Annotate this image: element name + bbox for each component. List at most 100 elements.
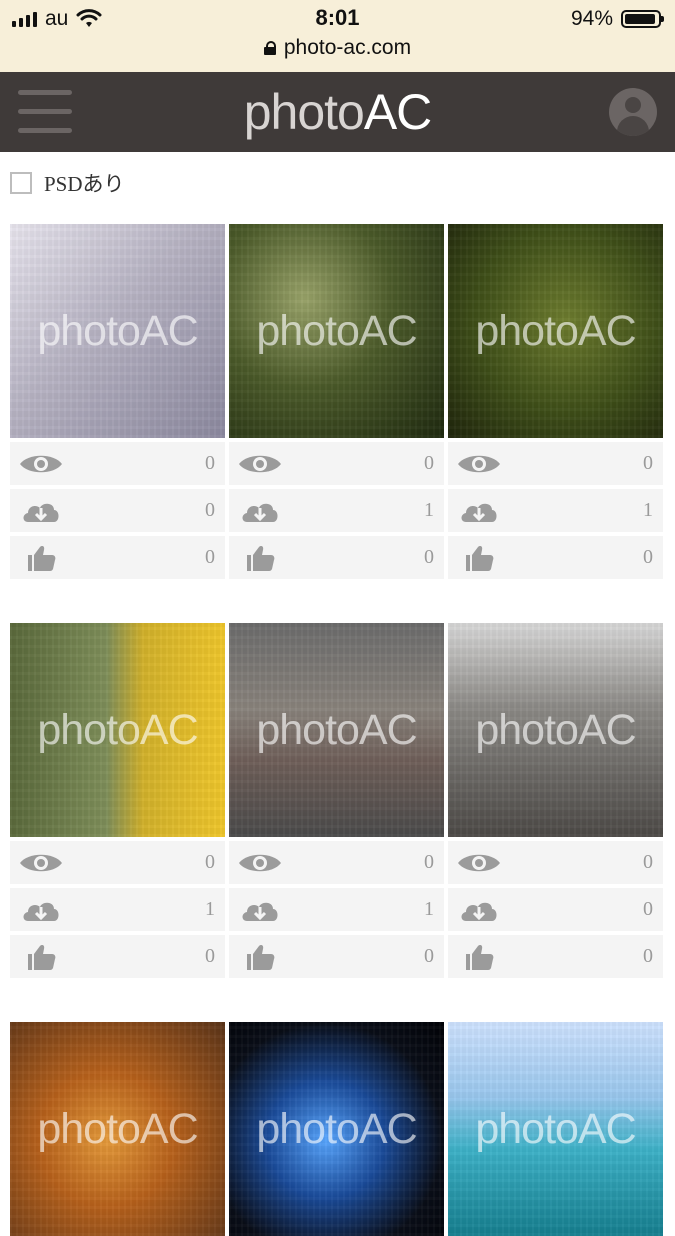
- thumbs-up-icon: [18, 942, 64, 972]
- downloads-count: 1: [205, 898, 215, 920]
- watermark: photoAC: [475, 1105, 636, 1153]
- cloud-download-icon: [456, 895, 502, 925]
- watermark: photoAC: [256, 307, 417, 355]
- downloads-row: 0: [10, 489, 225, 532]
- address-bar[interactable]: photo-ac.com: [0, 36, 675, 60]
- photo-thumbnail[interactable]: photoAC: [10, 1022, 225, 1236]
- user-icon[interactable]: [609, 88, 657, 136]
- photo-thumbnail[interactable]: photoAC: [229, 623, 444, 837]
- views-row: 0: [448, 442, 663, 485]
- watermark: photoAC: [256, 706, 417, 754]
- thumbs-up-icon: [237, 942, 283, 972]
- psd-filter-label: PSDあり: [44, 172, 125, 196]
- photo-card: photoAC 0 0 0: [448, 623, 663, 982]
- site-logo[interactable]: photo AC: [0, 72, 675, 152]
- photo-card: photoAC: [10, 1022, 225, 1236]
- thumbs-up-icon: [18, 543, 64, 573]
- likes-row: 0: [10, 935, 225, 978]
- battery-status: 94%: [570, 7, 664, 31]
- views-row: 0: [229, 841, 444, 884]
- eye-icon: [237, 449, 283, 479]
- views-row: 0: [10, 841, 225, 884]
- thumbs-up-icon: [456, 543, 502, 573]
- eye-icon: [456, 449, 502, 479]
- cloud-download-icon: [18, 895, 64, 925]
- downloads-row: 1: [448, 489, 663, 532]
- photo-thumbnail[interactable]: photoAC: [10, 224, 225, 438]
- photo-thumbnail[interactable]: photoAC: [10, 623, 225, 837]
- downloads-count: 1: [643, 499, 653, 521]
- watermark: photoAC: [37, 1105, 198, 1153]
- views-count: 0: [205, 452, 215, 474]
- ios-status-bar: au 8:01 94% photo-ac.com: [0, 0, 675, 73]
- likes-count: 0: [424, 945, 434, 967]
- photo-thumbnail[interactable]: photoAC: [229, 224, 444, 438]
- downloads-count: 1: [424, 898, 434, 920]
- views-row: 0: [10, 442, 225, 485]
- downloads-row: 1: [10, 888, 225, 931]
- lock-icon: [263, 41, 276, 55]
- eye-icon: [18, 848, 64, 878]
- photo-stats: 0 0 0: [10, 442, 225, 579]
- photo-thumbnail[interactable]: photoAC: [448, 623, 663, 837]
- likes-count: 0: [643, 945, 653, 967]
- photo-card: photoAC 0 1 0: [229, 224, 444, 583]
- watermark: photoAC: [475, 706, 636, 754]
- photo-card: photoAC 0 0 0: [10, 224, 225, 583]
- psd-filter[interactable]: PSDあり: [10, 168, 125, 198]
- photo-thumbnail[interactable]: photoAC: [448, 224, 663, 438]
- thumbs-up-icon: [456, 942, 502, 972]
- downloads-row: 1: [229, 489, 444, 532]
- watermark: photoAC: [37, 307, 198, 355]
- downloads-row: 1: [229, 888, 444, 931]
- battery-percent: 94%: [570, 7, 613, 30]
- watermark: photoAC: [475, 307, 636, 355]
- logo-ac-text: AC: [363, 84, 432, 140]
- likes-count: 0: [643, 546, 653, 568]
- likes-row: 0: [10, 536, 225, 579]
- photo-thumbnail[interactable]: photoAC: [229, 1022, 444, 1236]
- cloud-download-icon: [18, 496, 64, 526]
- likes-row: 0: [229, 536, 444, 579]
- cloud-download-icon: [237, 496, 283, 526]
- views-row: 0: [448, 841, 663, 884]
- eye-icon: [456, 848, 502, 878]
- photo-card: photoAC 0 1 0: [10, 623, 225, 982]
- views-row: 0: [229, 442, 444, 485]
- photo-card: photoAC: [448, 1022, 663, 1236]
- photo-card: photoAC: [229, 1022, 444, 1236]
- logo-photo-text: photo: [243, 84, 365, 140]
- url-text: photo-ac.com: [283, 36, 412, 59]
- views-count: 0: [643, 851, 653, 873]
- downloads-count: 0: [205, 499, 215, 521]
- cloud-download-icon: [456, 496, 502, 526]
- battery-icon: [621, 10, 664, 28]
- photo-stats: 0 1 0: [448, 442, 663, 579]
- views-count: 0: [205, 851, 215, 873]
- views-count: 0: [424, 851, 434, 873]
- app-header: photo AC: [0, 72, 675, 152]
- cloud-download-icon: [237, 895, 283, 925]
- eye-icon: [18, 449, 64, 479]
- photo-stats: 0 1 0: [229, 841, 444, 978]
- downloads-count: 0: [643, 898, 653, 920]
- watermark: photoAC: [256, 1105, 417, 1153]
- views-count: 0: [424, 452, 434, 474]
- photo-stats: 0 1 0: [10, 841, 225, 978]
- watermark: photoAC: [37, 706, 198, 754]
- photo-stats: 0 1 0: [229, 442, 444, 579]
- views-count: 0: [643, 452, 653, 474]
- photo-card: photoAC 0 1 0: [229, 623, 444, 982]
- psd-checkbox[interactable]: [10, 172, 32, 194]
- photo-card: photoAC 0 1 0: [448, 224, 663, 583]
- downloads-row: 0: [448, 888, 663, 931]
- likes-count: 0: [205, 546, 215, 568]
- photo-grid: photoAC 0 0 0 photoAC 0 1 0 photoAC 0 1 …: [10, 224, 666, 1236]
- photo-stats: 0 0 0: [448, 841, 663, 978]
- eye-icon: [237, 848, 283, 878]
- downloads-count: 1: [424, 499, 434, 521]
- photo-thumbnail[interactable]: photoAC: [448, 1022, 663, 1236]
- likes-row: 0: [448, 536, 663, 579]
- likes-row: 0: [448, 935, 663, 978]
- likes-count: 0: [205, 945, 215, 967]
